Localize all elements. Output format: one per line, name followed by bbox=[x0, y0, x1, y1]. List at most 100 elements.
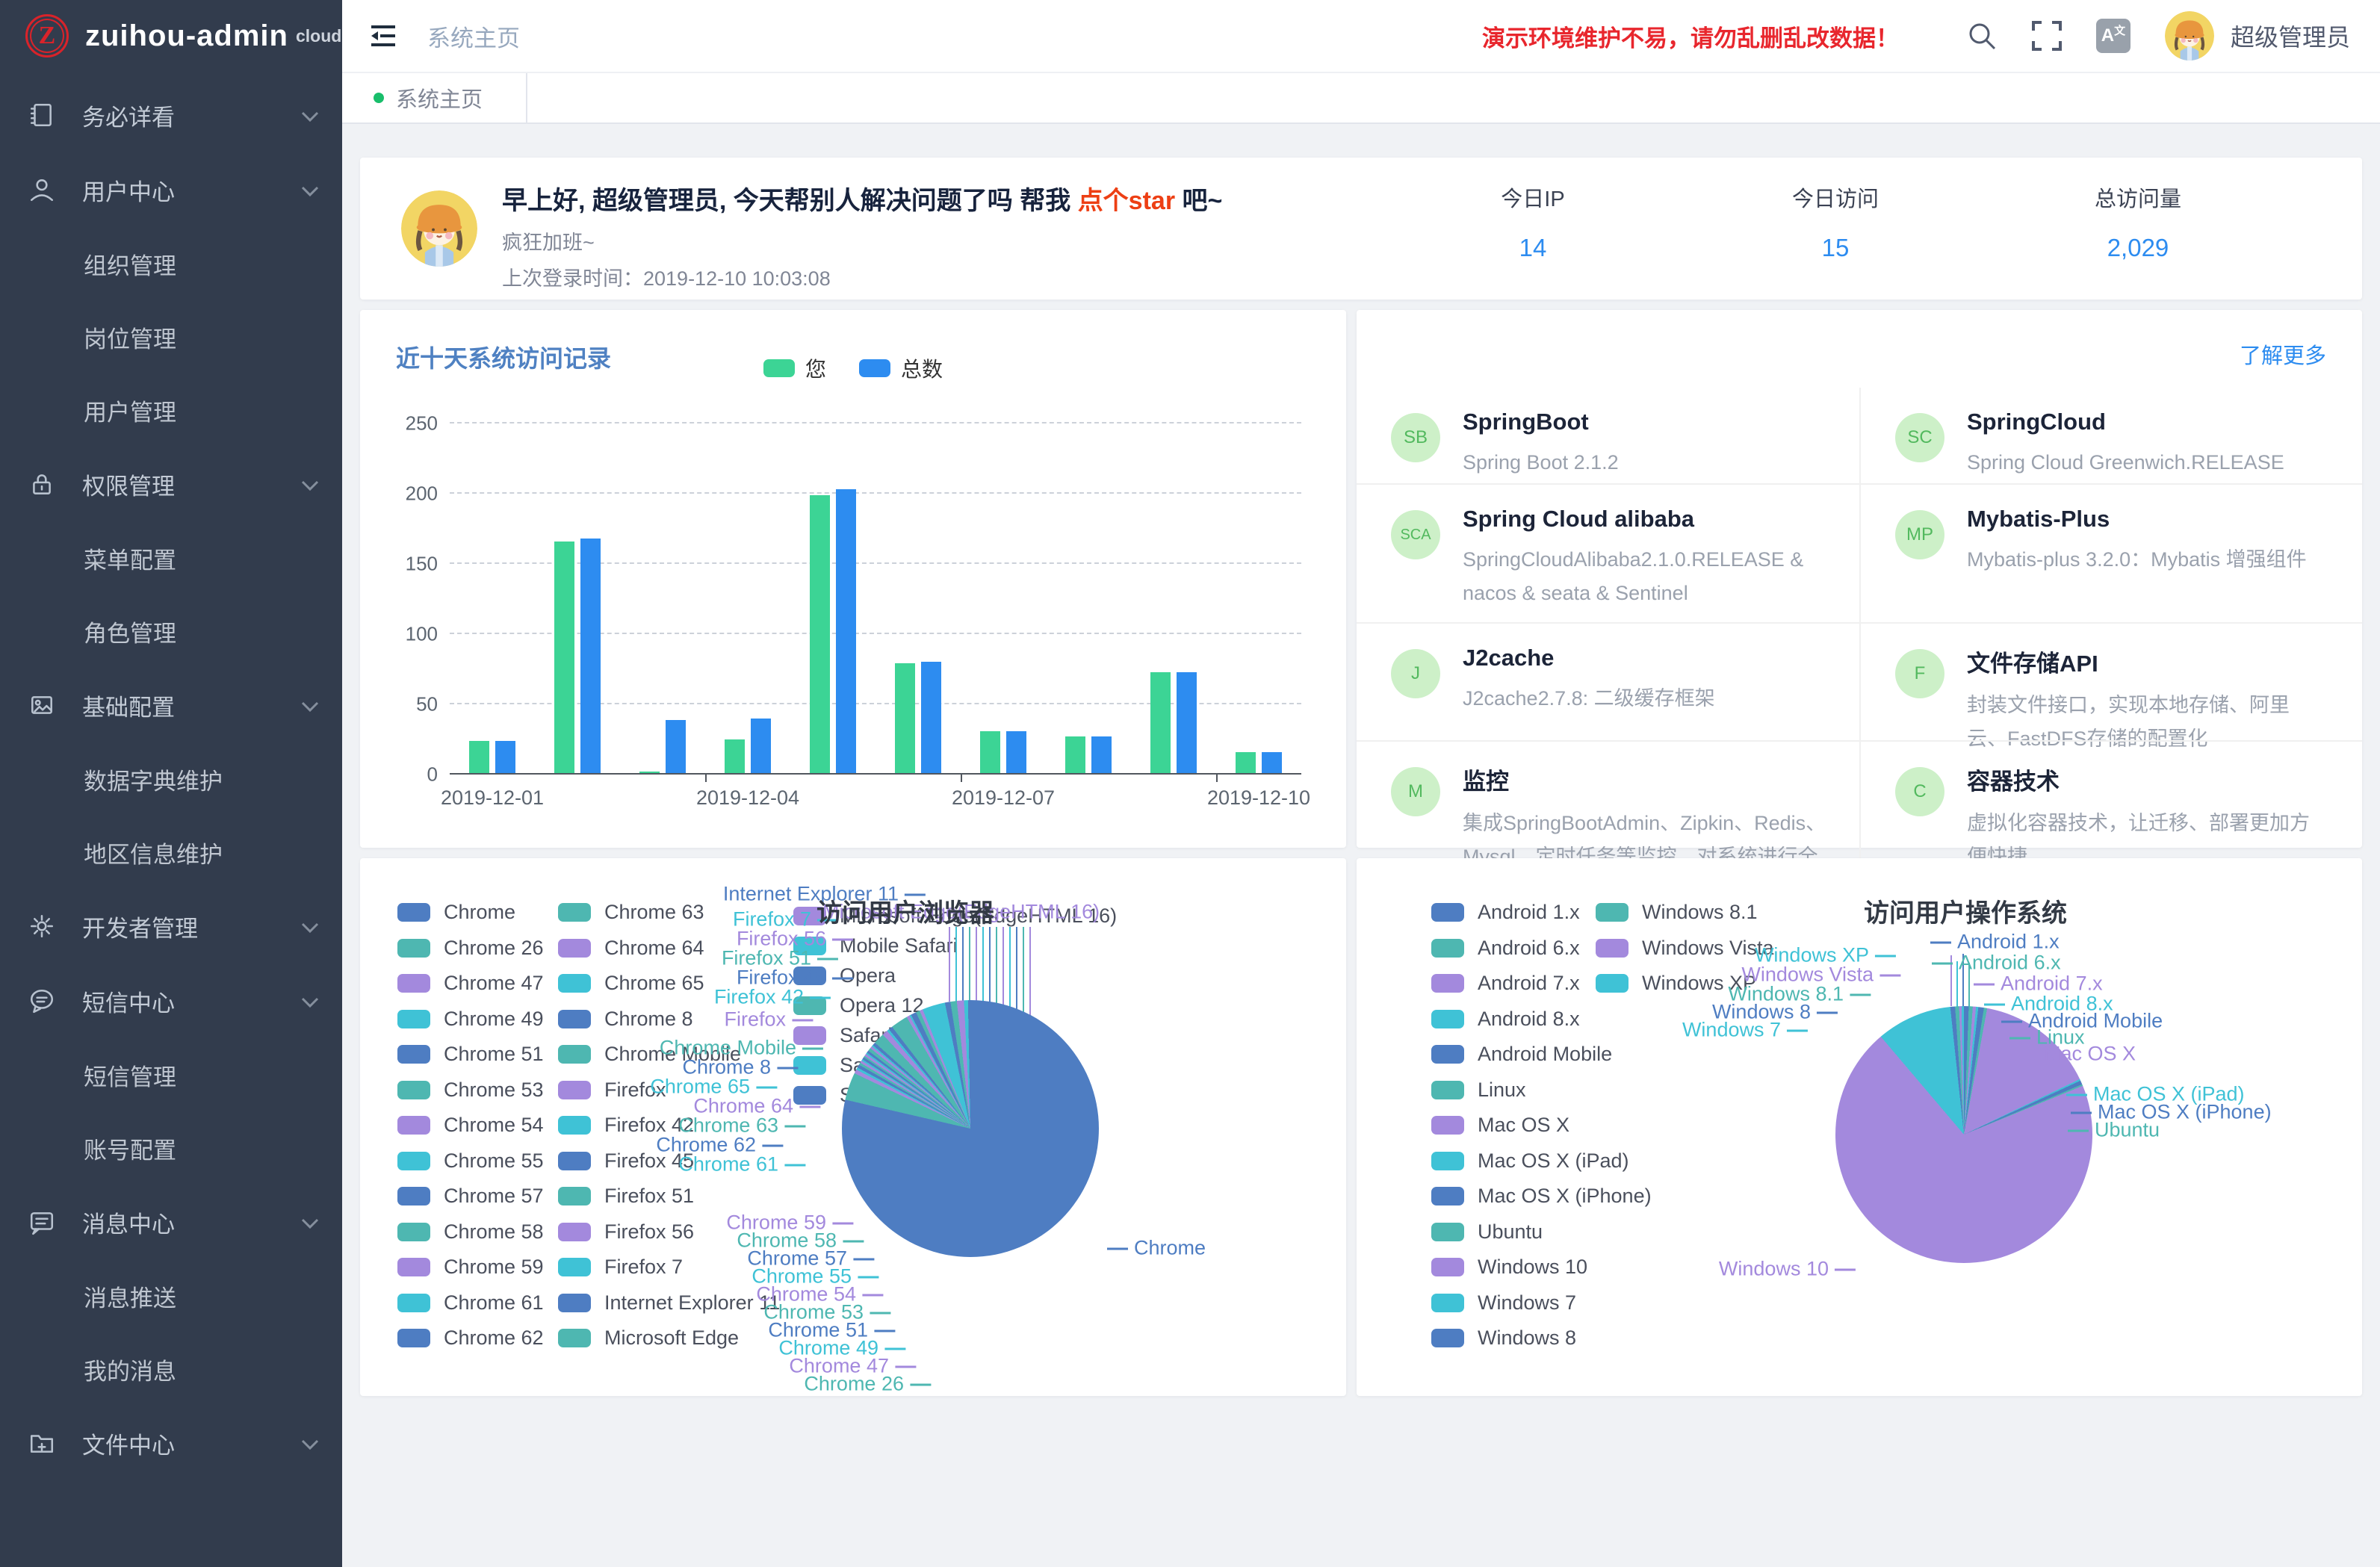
bar-总数[interactable] bbox=[836, 489, 856, 773]
sidebar-item-1-2[interactable]: 用户管理 bbox=[0, 373, 342, 447]
bar-您[interactable] bbox=[1150, 672, 1171, 773]
legend-item[interactable]: Internet Explorer 11 bbox=[558, 1291, 780, 1315]
legend-label: 总数 bbox=[901, 353, 943, 383]
legend-item[interactable]: Chrome 58 bbox=[397, 1220, 544, 1244]
search-icon[interactable] bbox=[1966, 20, 1998, 52]
bar-总数[interactable] bbox=[1177, 672, 1197, 773]
legend-item[interactable]: Chrome 64 bbox=[558, 937, 704, 960]
sidebar-item-5-0[interactable]: 短信管理 bbox=[0, 1038, 342, 1111]
bar-总数[interactable] bbox=[1091, 736, 1112, 773]
user-avatar[interactable] bbox=[2165, 11, 2214, 60]
legend-swatch bbox=[397, 974, 430, 993]
bar-总数[interactable] bbox=[751, 719, 771, 773]
bar-您[interactable] bbox=[639, 772, 660, 773]
legend-swatch bbox=[558, 974, 591, 993]
sidebar-item-2-0[interactable]: 菜单配置 bbox=[0, 521, 342, 595]
sidebar-group-2[interactable]: 权限管理 bbox=[0, 447, 342, 521]
legend-item[interactable]: Android 1.x bbox=[1431, 901, 1580, 924]
demo-warning-text: 演示环境维护不易，请勿乱删乱改数据！ bbox=[1482, 19, 1899, 53]
legend-item[interactable]: Chrome 47 bbox=[397, 972, 544, 995]
bar-您[interactable] bbox=[810, 495, 830, 773]
bar-您[interactable] bbox=[725, 739, 745, 773]
legend-item[interactable]: Chrome 51 bbox=[397, 1043, 544, 1066]
username[interactable]: 超级管理员 bbox=[2231, 19, 2350, 53]
last-login: 上次登录时间：2019-12-10 10:03:08 bbox=[502, 262, 831, 291]
sidebar-group-4[interactable]: 开发者管理 bbox=[0, 889, 342, 964]
sidebar-group-7[interactable]: 文件中心 bbox=[0, 1406, 342, 1480]
legend-item[interactable]: Ubuntu bbox=[1431, 1220, 1543, 1244]
bar-总数[interactable] bbox=[495, 741, 515, 773]
collapse-menu-icon[interactable] bbox=[371, 25, 396, 47]
tab-system-home[interactable]: 系统主页 bbox=[342, 73, 527, 122]
fullscreen-icon[interactable] bbox=[2032, 21, 2062, 51]
bar-总数[interactable] bbox=[921, 662, 941, 773]
app-title: zuihou-admin bbox=[85, 19, 288, 53]
legend-item[interactable]: Chrome 59 bbox=[397, 1256, 544, 1279]
legend-item[interactable]: Mac OS X bbox=[1431, 1114, 1569, 1137]
legend-item[interactable]: Windows 8 bbox=[1431, 1326, 1576, 1350]
sidebar-group-6[interactable]: 消息中心 bbox=[0, 1185, 342, 1259]
sidebar-item-6-1[interactable]: 我的消息 bbox=[0, 1332, 342, 1406]
legend-item[interactable]: Chrome 49 bbox=[397, 1008, 544, 1031]
bar-总数[interactable] bbox=[580, 539, 601, 773]
bar-总数[interactable] bbox=[1006, 731, 1026, 773]
sidebar-group-label: 基础配置 bbox=[82, 689, 175, 722]
legend-item[interactable]: Chrome 55 bbox=[397, 1149, 544, 1173]
sidebar-item-2-1[interactable]: 角色管理 bbox=[0, 595, 342, 668]
bar-您[interactable] bbox=[980, 731, 1000, 773]
legend-item[interactable]: Android Mobile bbox=[1431, 1043, 1612, 1066]
pie-chart[interactable] bbox=[842, 1000, 1099, 1257]
bar-您[interactable] bbox=[469, 741, 489, 773]
legend-item[interactable]: Chrome 65 bbox=[558, 972, 704, 995]
sidebar-group-3[interactable]: 基础配置 bbox=[0, 668, 342, 742]
bar-您[interactable] bbox=[1236, 752, 1256, 773]
legend-item[interactable]: Chrome 8 bbox=[558, 1008, 693, 1031]
legend-item-您[interactable]: 您 bbox=[763, 353, 826, 383]
legend-item[interactable]: Mac OS X (iPhone) bbox=[1431, 1185, 1652, 1208]
learn-more-link[interactable]: 了解更多 bbox=[2240, 338, 2326, 370]
legend-item[interactable]: Windows Vista bbox=[1596, 937, 1774, 960]
legend-item[interactable]: Chrome bbox=[397, 901, 515, 924]
legend-item[interactable]: Windows 7 bbox=[1431, 1291, 1576, 1315]
bar-您[interactable] bbox=[1065, 736, 1085, 773]
legend-item[interactable]: Chrome 53 bbox=[397, 1079, 544, 1102]
bar-总数[interactable] bbox=[1262, 752, 1282, 773]
pie-chart-title: 访问用户浏览器 bbox=[816, 893, 994, 929]
legend-item[interactable]: Chrome 62 bbox=[397, 1326, 544, 1350]
star-link[interactable]: 点个star bbox=[1078, 187, 1175, 215]
legend-item-总数[interactable]: 总数 bbox=[859, 353, 943, 383]
sidebar-group-5[interactable]: 短信中心 bbox=[0, 964, 342, 1038]
legend-item[interactable]: Android 6.x bbox=[1431, 937, 1580, 960]
legend-item[interactable]: Linux bbox=[1431, 1079, 1526, 1102]
legend-item[interactable]: Firefox 51 bbox=[558, 1185, 694, 1208]
legend-item[interactable]: Firefox 56 bbox=[558, 1220, 694, 1244]
legend-item[interactable]: Windows 10 bbox=[1431, 1256, 1587, 1279]
sidebar-item-1-0[interactable]: 组织管理 bbox=[0, 227, 342, 300]
sidebar-item-5-1[interactable]: 账号配置 bbox=[0, 1111, 342, 1185]
legend-item[interactable]: Android 7.x bbox=[1431, 972, 1580, 995]
sidebar-group-0[interactable]: 务必详看 bbox=[0, 78, 342, 152]
legend-item[interactable]: Windows 8.1 bbox=[1596, 901, 1758, 924]
legend-item[interactable]: Chrome 63 bbox=[558, 901, 704, 924]
translate-icon[interactable]: A文 bbox=[2096, 19, 2130, 53]
legend-item[interactable]: Chrome 57 bbox=[397, 1185, 544, 1208]
legend-item[interactable]: Android 8.x bbox=[1431, 1008, 1580, 1031]
sidebar-item-3-1[interactable]: 地区信息维护 bbox=[0, 816, 342, 889]
sidebar-item-6-0[interactable]: 消息推送 bbox=[0, 1259, 342, 1332]
legend-item[interactable]: Chrome 61 bbox=[397, 1291, 544, 1315]
sidebar-item-3-0[interactable]: 数据字典维护 bbox=[0, 742, 342, 816]
legend-item[interactable]: Chrome 26 bbox=[397, 937, 544, 960]
legend-item[interactable]: Chrome 54 bbox=[397, 1114, 544, 1137]
sidebar-group-1[interactable]: 用户中心 bbox=[0, 152, 342, 227]
legend-item[interactable]: Microsoft Edge bbox=[558, 1326, 739, 1350]
bar-您[interactable] bbox=[895, 663, 915, 773]
legend-item[interactable]: Firefox 7 bbox=[558, 1256, 683, 1279]
x-tick-label: 2019-12-10 bbox=[1207, 786, 1310, 810]
sidebar-item-1-1[interactable]: 岗位管理 bbox=[0, 300, 342, 373]
y-tick-label: 50 bbox=[416, 693, 438, 716]
breadcrumb[interactable]: 系统主页 bbox=[427, 19, 520, 53]
legend-item[interactable]: Mac OS X (iPad) bbox=[1431, 1149, 1629, 1173]
bar-您[interactable] bbox=[554, 542, 574, 773]
bar-总数[interactable] bbox=[666, 720, 686, 773]
app-title-suffix: cloud bbox=[296, 26, 341, 46]
